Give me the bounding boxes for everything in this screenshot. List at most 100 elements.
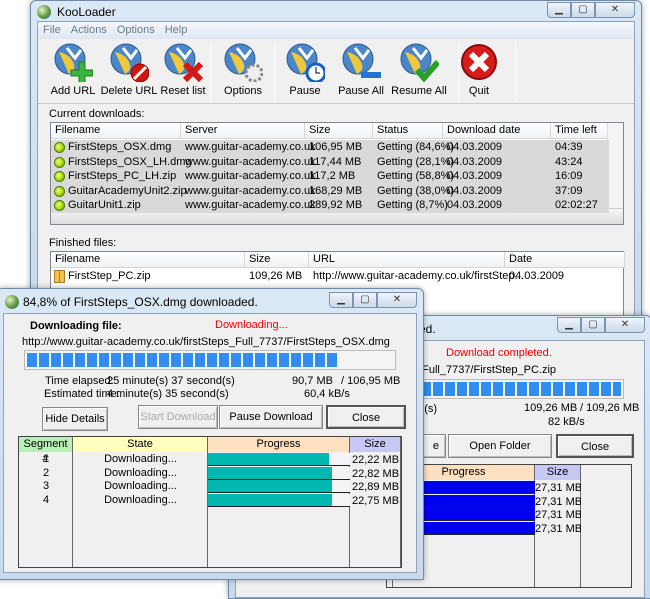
grid-header-1: State — [73, 437, 208, 452]
toolbar-label: Resume All — [391, 85, 447, 97]
toolbar-label: Pause — [289, 85, 321, 97]
cell: 04.03.2009 — [447, 141, 503, 153]
cell: 43:24 — [555, 155, 583, 168]
column-header-1[interactable]: Server — [181, 123, 305, 139]
toolbar-label: Delete URL — [100, 85, 158, 97]
toolbar-pause-button[interactable]: Pause — [274, 42, 336, 97]
column-header-0[interactable]: Filename — [51, 123, 181, 139]
column-header-2[interactable]: URL — [309, 252, 505, 268]
table-row[interactable]: FirstSteps_OSX.dmg www.guitar-academy.co.… — [51, 140, 609, 155]
globe-check-icon — [399, 42, 441, 83]
column-header-0[interactable]: Filename — [51, 252, 245, 268]
download-url: http://www.guitar-academy.co.uk/firstSte… — [22, 336, 390, 348]
status-text: Downloading... — [215, 319, 288, 331]
app-globe-icon — [37, 5, 51, 19]
segment-progress-bar — [208, 493, 350, 507]
overall-progress-bar — [406, 379, 624, 399]
table-row[interactable]: GuitarUnit1.zip www.guitar-academy.co.uk 2… — [51, 198, 609, 213]
cell: Getting (84,6%) — [377, 141, 455, 153]
hide-details-button[interactable]: Hide Details — [42, 407, 108, 431]
cell: www.guitar-academy.co.uk — [185, 155, 316, 168]
pause-download-button[interactable]: Pause Download — [219, 405, 323, 429]
cell: http://www.guitar-academy.co.uk/firstSte… — [313, 270, 524, 282]
cell: 117,44 MB — [309, 155, 362, 168]
title-bar[interactable]: 84,8% of FirstSteps_OSX.dmg downloaded. … — [0, 289, 423, 313]
cell: FirstStep_PC.zip — [68, 270, 151, 282]
minimize-button[interactable]: ▁ — [557, 317, 581, 333]
cell: GuitarUnit1.zip — [68, 199, 141, 211]
segment-state: Downloading... — [104, 480, 177, 492]
column-header-2[interactable]: Size — [305, 123, 373, 139]
toolbar-options-button[interactable]: Options — [212, 42, 274, 97]
toolbar-label: Reset list — [160, 85, 206, 97]
cell: FirstSteps_PC_LH.zip — [68, 170, 177, 182]
cell: www.guitar-academy.co.uk — [185, 184, 316, 197]
downloaded-size: 90,7 MB — [292, 375, 333, 387]
column-header-5[interactable]: Time left — [551, 123, 611, 139]
close-button[interactable]: ✕ — [377, 292, 417, 308]
cell: Getting (8,7%) — [377, 199, 448, 211]
vertical-scrollbar[interactable] — [607, 123, 623, 209]
cell: 289,92 MB — [309, 199, 363, 211]
segment-number: 2 — [42, 466, 50, 479]
globe-reset-icon — [163, 42, 204, 83]
download-url: _Full_7737/FirstStep_PC.zip — [416, 364, 557, 376]
toolbar-delete-url-button[interactable]: Delete URL — [98, 42, 160, 97]
toolbar-reset-list-button[interactable]: Reset list — [152, 42, 214, 97]
column-header-1[interactable]: Size — [245, 252, 309, 268]
close-dialog-button[interactable]: Close — [326, 405, 406, 429]
cell: 04:39 — [555, 141, 583, 153]
segment-size: 22,82 MB — [351, 467, 400, 480]
column-header-3[interactable]: Date — [505, 252, 625, 268]
column-header-4[interactable]: Download date — [443, 123, 551, 139]
column-header-3[interactable]: Status — [373, 123, 443, 139]
cell: 04.03.2009 — [447, 199, 503, 211]
segment-state: Downloading... — [104, 466, 177, 479]
cell: 04.03.2009 — [447, 184, 503, 197]
cell: www.guitar-academy.co.uk — [185, 199, 316, 211]
segment-progress-fill — [208, 480, 332, 492]
segment-number: 4 — [42, 493, 50, 506]
downloading-file-label: Downloading file: — [30, 320, 122, 332]
close-button[interactable]: ✕ — [605, 317, 645, 333]
maximize-button[interactable]: ▢ — [581, 317, 605, 333]
segment-size: 27,31 MB — [535, 509, 581, 521]
segment-progress-bar — [208, 480, 350, 493]
cell: Getting (28,1%) — [377, 155, 455, 168]
close-dialog-button[interactable]: Close — [556, 434, 634, 458]
window-title: KooLoader — [57, 5, 116, 19]
start-download-button[interactable]: Start Download — [138, 405, 218, 429]
toolbar-resume-all-button[interactable]: Resume All — [388, 42, 450, 97]
globe-minus-icon — [341, 42, 381, 82]
table-row[interactable]: GuitarAcademyUnit2.zip www.guitar-academy… — [51, 183, 609, 199]
toolbar-pause-all-button[interactable]: Pause All — [330, 42, 392, 97]
menu-help[interactable]: Help — [165, 24, 188, 36]
cell: 02:02:27 — [555, 199, 598, 211]
title-bar[interactable]: KooLoader ▁ ▢ ✕ — [31, 1, 641, 23]
open-folder-button[interactable]: Open Folder — [448, 434, 552, 458]
segment-progress-bar — [208, 453, 350, 466]
table-row[interactable]: FirstStep_PC.zip 109,26 MB http://www.guit… — [51, 269, 621, 284]
downloading-dialog: 84,8% of FirstSteps_OSX.dmg downloaded. … — [0, 288, 424, 580]
globe-gear-icon — [223, 42, 264, 83]
toolbar-label: Options — [224, 85, 262, 97]
table-row[interactable]: FirstSteps_OSX_LH.dmg www.guitar-academy.… — [51, 154, 609, 170]
segment-size: 27,31 MB — [535, 522, 581, 535]
minimize-button[interactable]: ▁ — [329, 292, 353, 308]
table-row[interactable]: FirstSteps_PC_LH.zip www.guitar-academy.c… — [51, 169, 609, 184]
grid-header-size: Size — [535, 465, 581, 480]
grid-header-3: Size — [350, 437, 401, 452]
current-downloads-label: Current downloads: — [49, 108, 145, 120]
segment-size: 27,31 MB — [535, 495, 581, 508]
toolbar-add-url-button[interactable]: Add URL — [42, 42, 104, 97]
status-text: Download completed. — [446, 347, 552, 359]
menu-actions[interactable]: Actions — [71, 24, 107, 36]
close-button[interactable]: ✕ — [595, 2, 635, 18]
status-dot-icon — [54, 156, 65, 168]
cell: www.guitar-academy.co.uk — [185, 170, 316, 182]
minimize-button[interactable]: ▁ — [547, 2, 571, 18]
maximize-button[interactable]: ▢ — [353, 292, 377, 308]
maximize-button[interactable]: ▢ — [571, 2, 595, 18]
menu-file[interactable]: File — [43, 24, 61, 36]
menu-options[interactable]: Options — [117, 24, 155, 36]
